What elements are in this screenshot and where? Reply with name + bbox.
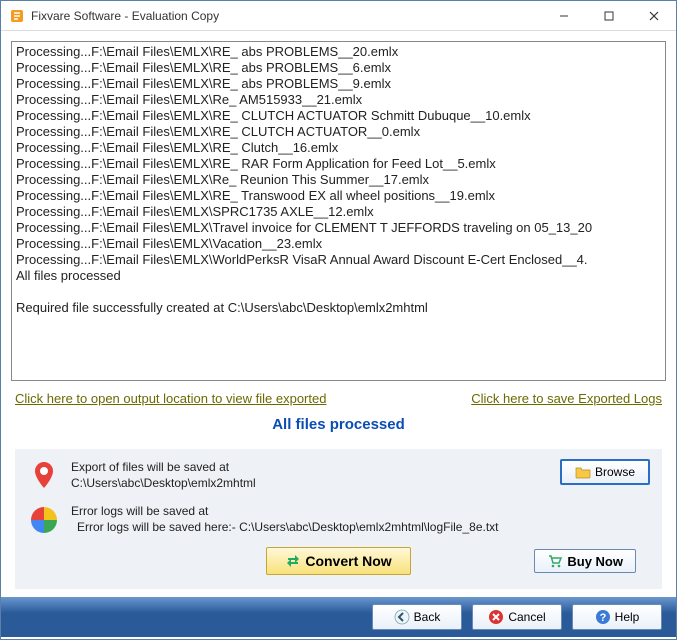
options-panel: Export of files will be saved at C:\User… <box>15 449 662 589</box>
convert-icon <box>285 553 301 569</box>
log-line: Processing...F:\Email Files\EMLX\RE_ CLU… <box>16 124 661 140</box>
browse-label: Browse <box>595 465 635 479</box>
error-path: Error logs will be saved here:- C:\Users… <box>71 519 650 535</box>
app-icon <box>9 8 25 24</box>
log-line: Processing...F:\Email Files\EMLX\WorldPe… <box>16 252 661 268</box>
cancel-button[interactable]: Cancel <box>472 604 562 630</box>
close-button[interactable] <box>631 1 676 30</box>
log-line: Processing...F:\Email Files\EMLX\RE_ CLU… <box>16 108 661 124</box>
pie-icon <box>27 503 61 537</box>
folder-icon <box>575 464 591 480</box>
log-line <box>16 284 661 300</box>
back-label: Back <box>414 610 441 624</box>
help-button[interactable]: ? Help <box>572 604 662 630</box>
location-pin-icon <box>27 459 61 493</box>
convert-now-button[interactable]: Convert Now <box>266 547 410 575</box>
convert-label: Convert Now <box>305 553 391 569</box>
log-line: Processing...F:\Email Files\EMLX\Vacatio… <box>16 236 661 252</box>
action-row: Convert Now Buy Now <box>27 547 650 575</box>
error-label: Error logs will be saved at <box>71 503 650 519</box>
log-line: Processing...F:\Email Files\EMLX\RE_ abs… <box>16 60 661 76</box>
cart-icon <box>547 553 563 569</box>
export-text: Export of files will be saved at C:\User… <box>71 459 550 491</box>
app-window: Fixvare Software - Evaluation Copy Proce… <box>0 0 677 640</box>
error-text: Error logs will be saved at Error logs w… <box>71 503 650 535</box>
titlebar: Fixvare Software - Evaluation Copy <box>1 1 676 31</box>
content: Processing...F:\Email Files\EMLX\RE_ abs… <box>1 31 676 639</box>
link-row: Click here to open output location to vi… <box>1 387 676 412</box>
maximize-button[interactable] <box>586 1 631 30</box>
minimize-button[interactable] <box>541 1 586 30</box>
buy-label: Buy Now <box>567 554 623 569</box>
log-line: Processing...F:\Email Files\EMLX\RE_ abs… <box>16 76 661 92</box>
buy-now-button[interactable]: Buy Now <box>534 549 636 573</box>
log-line: Required file successfully created at C:… <box>16 300 661 316</box>
log-line: Processing...F:\Email Files\EMLX\Re_ AM5… <box>16 92 661 108</box>
svg-text:?: ? <box>599 612 606 624</box>
save-logs-link[interactable]: Click here to save Exported Logs <box>471 391 662 406</box>
browse-button[interactable]: Browse <box>560 459 650 485</box>
error-row: Error logs will be saved at Error logs w… <box>27 503 650 537</box>
back-button[interactable]: Back <box>372 604 462 630</box>
back-arrow-icon <box>394 609 410 625</box>
window-buttons <box>541 1 676 30</box>
status-label: All files processed <box>1 412 676 443</box>
open-output-link[interactable]: Click here to open output location to vi… <box>15 391 326 406</box>
log-line: Processing...F:\Email Files\EMLX\Travel … <box>16 220 661 236</box>
export-label: Export of files will be saved at <box>71 459 550 475</box>
cancel-x-icon <box>488 609 504 625</box>
cancel-label: Cancel <box>508 610 545 624</box>
export-path: C:\Users\abc\Desktop\emlx2mhtml <box>71 475 550 491</box>
log-line: Processing...F:\Email Files\EMLX\Re_ Reu… <box>16 172 661 188</box>
log-line: Processing...F:\Email Files\EMLX\RE_ RAR… <box>16 156 661 172</box>
log-line: All files processed <box>16 268 661 284</box>
log-textarea[interactable]: Processing...F:\Email Files\EMLX\RE_ abs… <box>11 41 666 381</box>
log-line: Processing...F:\Email Files\EMLX\RE_ abs… <box>16 44 661 60</box>
log-line: Processing...F:\Email Files\EMLX\RE_ Tra… <box>16 188 661 204</box>
footer: Back Cancel ? Help <box>1 597 676 637</box>
export-row: Export of files will be saved at C:\User… <box>27 459 650 493</box>
window-title: Fixvare Software - Evaluation Copy <box>31 9 541 23</box>
help-label: Help <box>615 610 640 624</box>
help-icon: ? <box>595 609 611 625</box>
log-line: Processing...F:\Email Files\EMLX\RE_ Clu… <box>16 140 661 156</box>
log-line: Processing...F:\Email Files\EMLX\SPRC173… <box>16 204 661 220</box>
